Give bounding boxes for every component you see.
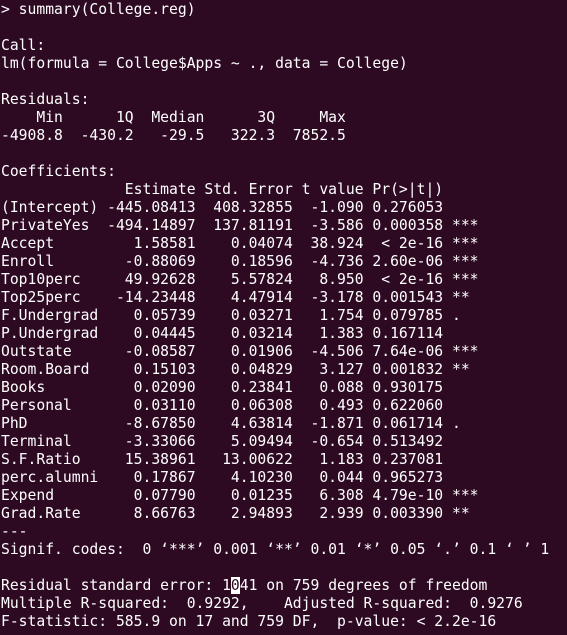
terminal-output-line: --- xyxy=(1,523,28,540)
terminal-output-line: Room.Board 0.15103 0.04829 3.127 0.00183… xyxy=(1,361,479,378)
rse-text-after-cursor: 41 on 759 degrees of freedom xyxy=(239,577,488,594)
terminal-output: > summary(College.reg) Call: lm(formula = … xyxy=(0,1,567,577)
terminal-output-line: Residuals: xyxy=(1,91,90,108)
terminal-output-line: Grad.Rate 8.66763 2.94893 2.939 0.003390… xyxy=(1,505,479,522)
terminal-output-line: Signif. codes: 0 ‘***’ 0.001 ‘**’ 0.01 ‘… xyxy=(1,541,550,558)
terminal-output-line: Min 1Q Median 3Q Max xyxy=(1,109,355,126)
terminal-output-line: perc.alumni 0.17867 4.10230 0.044 0.9652… xyxy=(1,469,479,486)
model-fit-statistics-line: F-statistic: 585.9 on 17 and 759 DF, p-v… xyxy=(1,613,497,630)
model-fit-statistics-line: Multiple R-squared: 0.9292, Adjusted R-s… xyxy=(1,595,532,612)
terminal-output-line: Estimate Std. Error t value Pr(>|t|) xyxy=(1,181,479,198)
terminal-output-line: PrivateYes -494.14897 137.81191 -3.586 0… xyxy=(1,217,479,234)
terminal-output-line: Top25perc -14.23448 4.47914 -3.178 0.001… xyxy=(1,289,479,306)
terminal-output-line: Terminal -3.33066 5.09494 -0.654 0.51349… xyxy=(1,433,479,450)
text-cursor: 0 xyxy=(230,577,240,594)
terminal-output-line: PhD -8.67850 4.63814 -1.871 0.061714 . xyxy=(1,415,479,432)
terminal-window[interactable]: > summary(College.reg) Call: lm(formula = … xyxy=(0,0,567,635)
terminal-output-line: Expend 0.07790 0.01235 6.308 4.79e-10 **… xyxy=(1,487,479,504)
terminal-output-line: (Intercept) -445.08413 408.32855 -1.090 … xyxy=(1,199,479,216)
terminal-output-line: S.F.Ratio 15.38961 13.00622 1.183 0.2370… xyxy=(1,451,479,468)
terminal-output-line: P.Undergrad 0.04445 0.03214 1.383 0.1671… xyxy=(1,325,479,342)
terminal-output-line: Books 0.02090 0.23841 0.088 0.930175 xyxy=(1,379,479,396)
terminal-output-line: > summary(College.reg) xyxy=(1,1,196,18)
terminal-output-line: lm(formula = College$Apps ~ ., data = Co… xyxy=(1,55,408,72)
rse-text-before-cursor: Residual standard error: 1 xyxy=(1,577,231,594)
terminal-output-line: Outstate -0.08587 0.01906 -4.506 7.64e-0… xyxy=(1,343,479,360)
terminal-output-line: Enroll -0.88069 0.18596 -4.736 2.60e-06 … xyxy=(1,253,479,270)
terminal-output-line: Personal 0.03110 0.06308 0.493 0.622060 xyxy=(1,397,479,414)
terminal-output-line: F.Undergrad 0.05739 0.03271 1.754 0.0797… xyxy=(1,307,479,324)
terminal-output-line: Call: xyxy=(1,37,46,54)
model-fit-statistics: Multiple R-squared: 0.9292, Adjusted R-s… xyxy=(0,595,567,631)
terminal-output-line: -4908.8 -430.2 -29.5 322.3 7852.5 xyxy=(1,127,355,144)
terminal-output-line: Accept 1.58581 0.04074 38.924 < 2e-16 **… xyxy=(1,235,479,252)
terminal-output-line: Coefficients: xyxy=(1,163,116,180)
residual-standard-error-line: Residual standard error: 1041 on 759 deg… xyxy=(1,577,567,595)
terminal-output-line: Top10perc 49.92628 5.57824 8.950 < 2e-16… xyxy=(1,271,479,288)
